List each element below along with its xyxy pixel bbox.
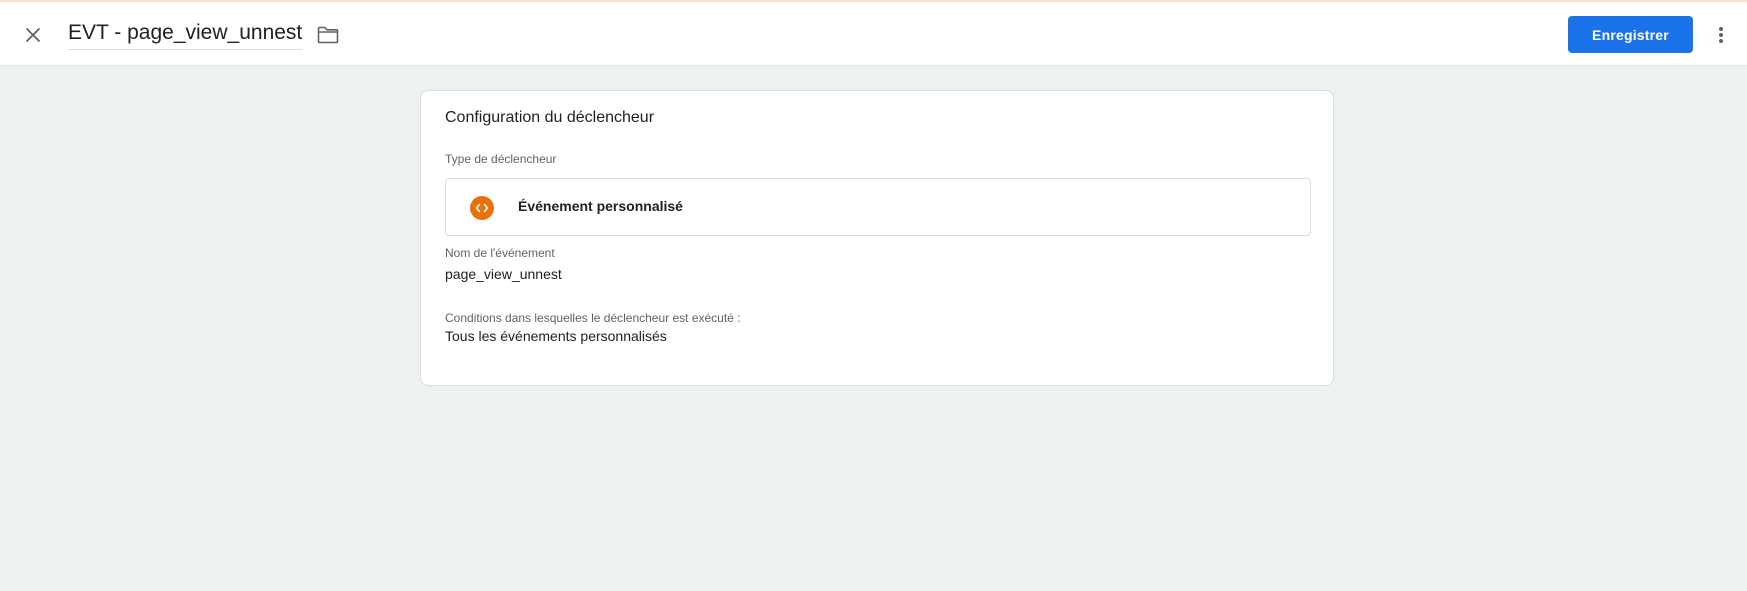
conditions-value: Tous les événements personnalisés <box>445 328 667 344</box>
close-button[interactable] <box>14 16 52 54</box>
trigger-type-selector[interactable]: Événement personnalisé <box>445 178 1311 236</box>
trigger-configuration-card: Configuration du déclencheur Type de déc… <box>420 90 1334 386</box>
conditions-label: Conditions dans lesquelles le déclencheu… <box>445 311 741 325</box>
trigger-type-label: Type de déclencheur <box>445 152 557 166</box>
card-title: Configuration du déclencheur <box>445 109 655 126</box>
header-bar: EVT - page_view_unnest Enregistrer <box>0 2 1747 66</box>
trigger-title-input[interactable]: EVT - page_view_unnest <box>68 21 303 50</box>
folder-icon <box>317 26 339 44</box>
trigger-type-value: Événement personnalisé <box>518 198 683 214</box>
event-name-label: Nom de l'événement <box>445 246 555 260</box>
event-name-value: page_view_unnest <box>445 266 562 282</box>
more-vert-icon <box>1719 27 1723 43</box>
folder-button[interactable] <box>314 21 342 49</box>
title-area: EVT - page_view_unnest <box>68 16 342 54</box>
save-button[interactable]: Enregistrer <box>1568 16 1693 53</box>
close-icon <box>26 28 40 42</box>
more-options-button[interactable] <box>1708 16 1734 54</box>
custom-event-code-icon <box>470 196 494 220</box>
